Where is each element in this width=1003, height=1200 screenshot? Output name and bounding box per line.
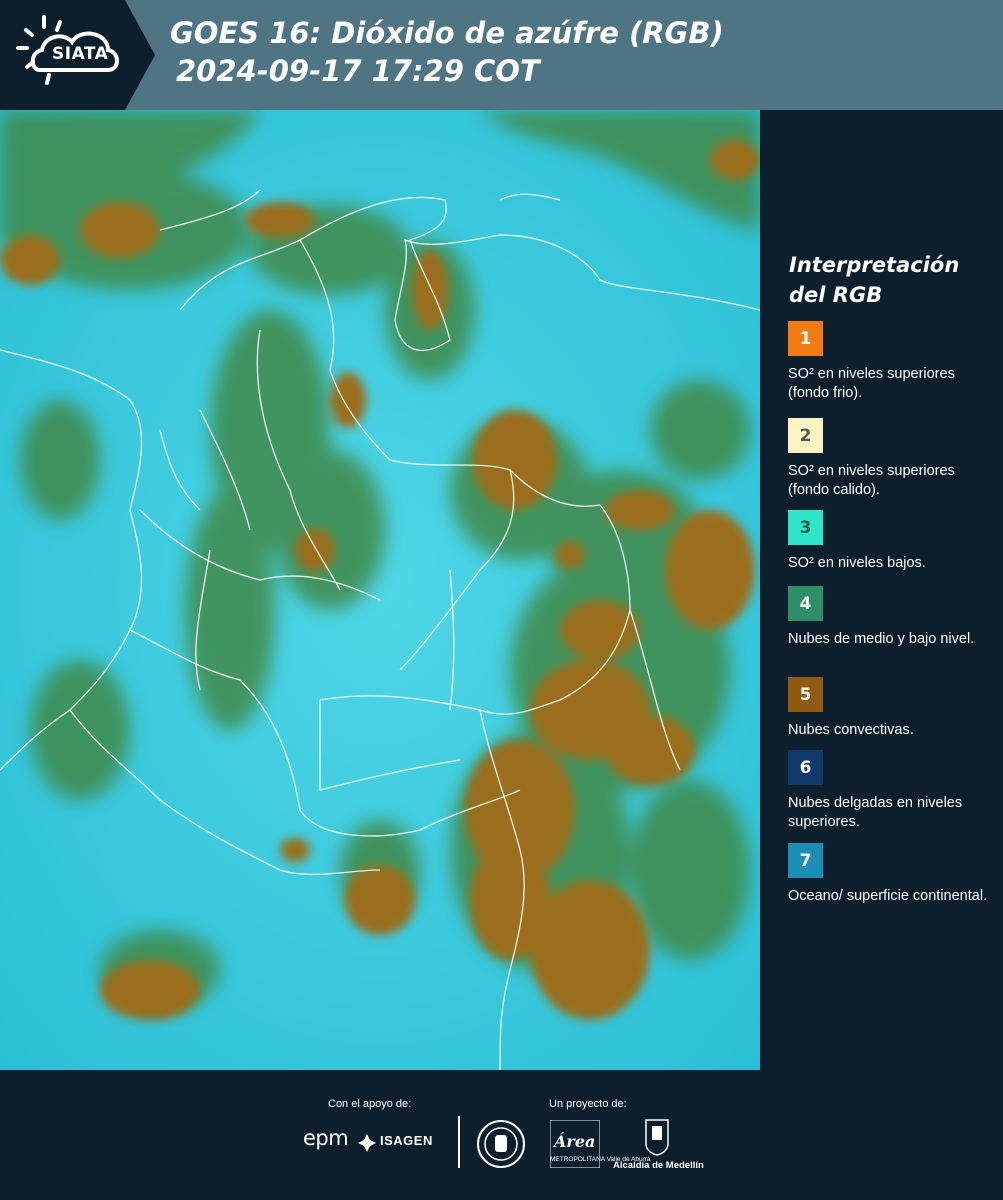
- legend-item-7: 7 Oceano/ superficie continental.: [788, 843, 998, 906]
- legend-label-2: SO² en niveles superiores (fondo calido)…: [788, 463, 955, 498]
- footer: Con el apoyo de: Un proyecto de: epm ISA…: [0, 1070, 1003, 1200]
- legend-title: Interpretación del RGB: [789, 253, 960, 307]
- project-label: Un proyecto de:: [549, 1098, 627, 1110]
- legend-swatch-4: 4: [788, 586, 823, 621]
- legend-item-3: 3 SO² en niveles bajos.: [788, 510, 998, 573]
- legend-item-4: 4 Nubes de medio y bajo nivel.: [788, 586, 998, 649]
- legend-item-1: 1 SO² en niveles superiores (fondo frio)…: [788, 321, 998, 403]
- alcaldia-text: Alcaldía de Medellín: [613, 1160, 704, 1171]
- epm-logo: epm: [303, 1126, 349, 1150]
- legend-panel: Interpretación del RGB 1 SO² en niveles …: [760, 110, 1003, 1070]
- isagen-icon: [358, 1134, 376, 1152]
- page-title: GOES 16: Dióxido de azúfre (RGB) 2024-09…: [170, 14, 724, 90]
- medellin-seal-icon: [477, 1120, 525, 1168]
- siata-logo: SIATA: [0, 0, 155, 110]
- footer-divider: [458, 1116, 460, 1168]
- legend-label-7: Oceano/ superficie continental.: [788, 888, 988, 904]
- satellite-rgb-image-icon: [0, 110, 760, 1070]
- legend-swatch-1: 1: [788, 321, 823, 356]
- logo-text: SIATA: [52, 44, 109, 64]
- legend-label-4: Nubes de medio y bajo nivel.: [788, 631, 975, 647]
- isagen-logo: ISAGEN: [380, 1133, 433, 1148]
- support-label: Con el apoyo de:: [328, 1098, 412, 1110]
- legend-swatch-2: 2: [788, 418, 823, 453]
- legend-item-6: 6 Nubes delgadas en niveles superiores.: [788, 750, 998, 832]
- alcaldia-shield-icon: [645, 1119, 669, 1156]
- legend-swatch-3: 3: [788, 510, 823, 545]
- legend-swatch-7: 7: [788, 843, 823, 878]
- title-line-1: GOES 16: Dióxido de azúfre (RGB): [170, 16, 724, 50]
- legend-swatch-5: 5: [788, 677, 823, 712]
- legend-item-5: 5 Nubes convectivas.: [788, 677, 998, 740]
- header: SIATA GOES 16: Dióxido de azúfre (RGB) 2…: [0, 0, 1003, 110]
- legend-swatch-6: 6: [788, 750, 823, 785]
- area-logo-text: Área: [554, 1132, 596, 1151]
- legend-label-1: SO² en niveles superiores (fondo frio).: [788, 366, 955, 401]
- legend-label-6: Nubes delgadas en niveles superiores.: [788, 795, 963, 830]
- title-line-2: 2024-09-17 17:29 COT: [176, 54, 540, 88]
- satellite-map[interactable]: [0, 110, 760, 1070]
- legend-item-2: 2 SO² en niveles superiores (fondo calid…: [788, 418, 998, 500]
- legend-label-3: SO² en niveles bajos.: [788, 555, 926, 571]
- legend-label-5: Nubes convectivas.: [788, 722, 914, 738]
